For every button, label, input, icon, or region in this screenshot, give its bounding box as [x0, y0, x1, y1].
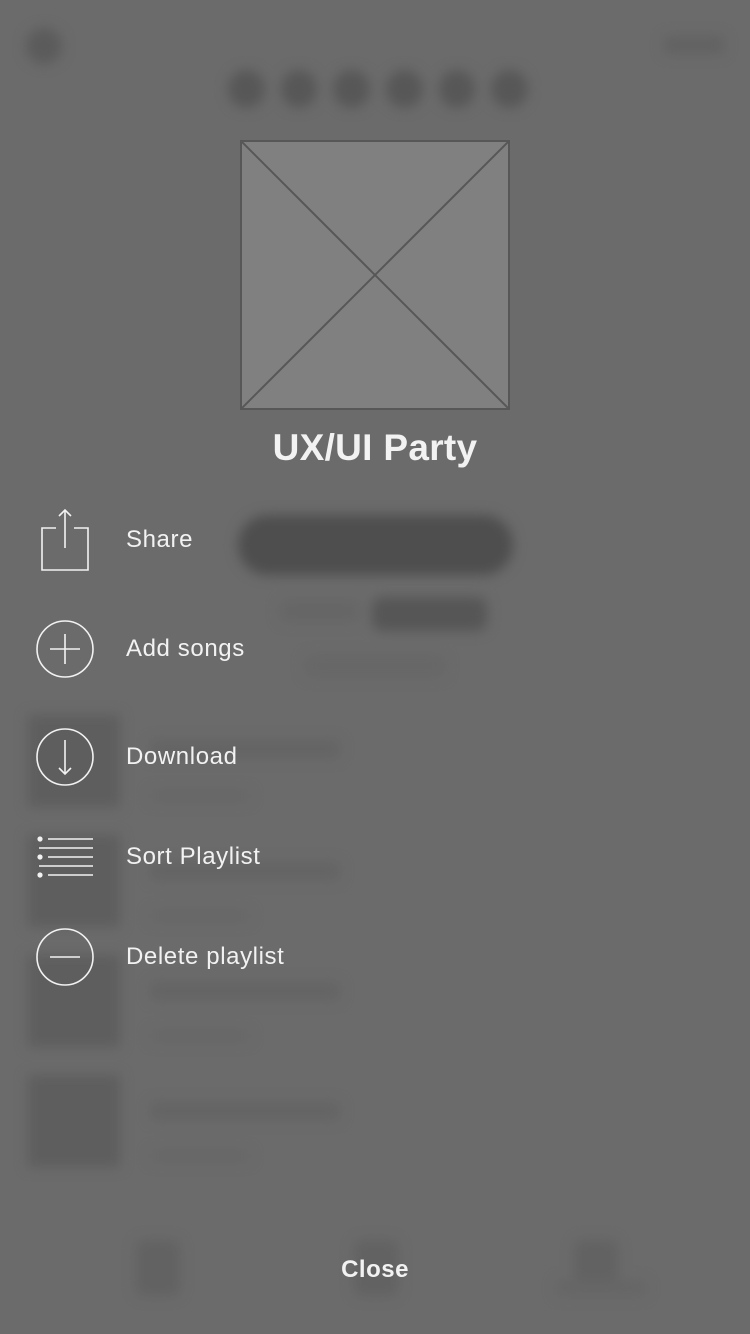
song-artist-background — [150, 1030, 250, 1042]
playlist-title: UX/UI Party — [272, 427, 478, 468]
back-icon — [26, 28, 62, 64]
menu-item-label: Sort Playlist — [126, 843, 261, 870]
close-button[interactable]: Close — [315, 1248, 435, 1292]
song-artist-background — [150, 910, 250, 922]
rating-dot — [491, 70, 529, 108]
menu-item-label: Delete playlist — [126, 943, 285, 970]
rating-dot — [228, 70, 265, 108]
menu-item-sort-playlist[interactable]: Sort Playlist — [34, 825, 394, 889]
top-right-action — [664, 36, 724, 54]
minus-circle-icon — [34, 925, 96, 989]
image-placeholder-icon — [242, 142, 508, 408]
song-artist-background — [150, 790, 250, 802]
rating-dot — [438, 70, 476, 108]
rating-dots — [228, 70, 529, 110]
menu-item-label: Download — [126, 743, 238, 770]
rating-dot — [386, 70, 423, 108]
menu-item-label: Add songs — [126, 635, 245, 662]
menu-item-label: Share — [126, 526, 194, 553]
playlist-options-screen: UX/UI Party Share Add songs Download Sor… — [0, 0, 750, 1334]
song-title-background — [150, 1102, 340, 1120]
rating-dot — [333, 70, 371, 108]
menu-item-share[interactable]: Share — [34, 508, 394, 572]
song-thumbnail — [28, 1075, 120, 1167]
playlist-cover-image — [240, 140, 510, 410]
nav-label-background — [556, 1280, 646, 1296]
menu-item-download[interactable]: Download — [34, 725, 394, 789]
rating-dot — [280, 70, 318, 108]
download-circle-icon — [34, 725, 96, 789]
list-icon — [34, 825, 96, 889]
menu-item-delete-playlist[interactable]: Delete playlist — [34, 925, 394, 989]
plus-circle-icon — [34, 617, 96, 681]
song-artist-background — [150, 1150, 250, 1162]
share-icon — [34, 508, 96, 572]
menu-item-add-songs[interactable]: Add songs — [34, 617, 394, 681]
nav-item-background — [136, 1240, 180, 1296]
